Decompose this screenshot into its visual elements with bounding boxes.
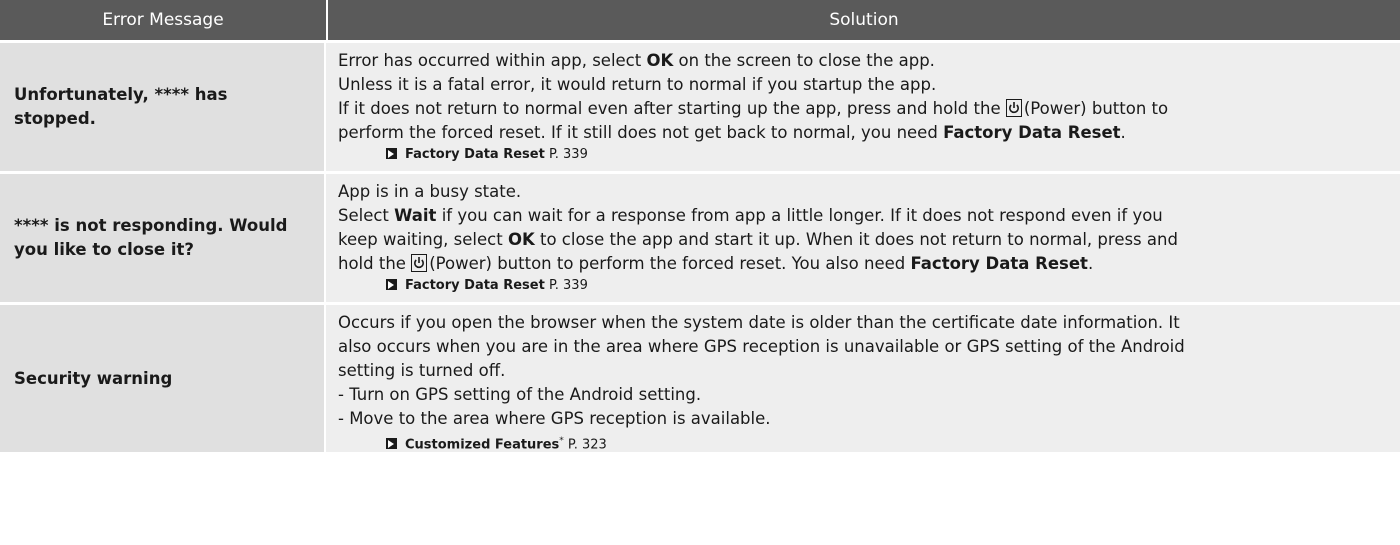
error-message-cell: Security warning xyxy=(0,305,326,452)
error-table: Error Message Solution Unfortunately, **… xyxy=(0,0,1400,452)
solution-cell: Occurs if you open the browser when the … xyxy=(326,305,1400,452)
error-message-text: Unfortunately, **** has stopped. xyxy=(14,85,228,128)
error-message-text: Security warning xyxy=(14,368,173,388)
error-message-cell: Unfortunately, **** has stopped. xyxy=(0,43,326,171)
arrow-right-icon xyxy=(386,148,397,159)
solution-cell: Error has occurred within app, select OK… xyxy=(326,43,1400,171)
power-icon xyxy=(1005,99,1022,117)
arrow-right-icon xyxy=(386,279,397,290)
error-message-cell: **** is not responding. Would you like t… xyxy=(0,174,326,302)
table-header: Error Message Solution xyxy=(0,0,1400,40)
arrow-right-icon xyxy=(386,438,397,450)
power-icon xyxy=(411,254,428,272)
header-error-message: Error Message xyxy=(0,0,328,40)
table-row: Security warning Occurs if you open the … xyxy=(0,302,1400,452)
table-row: **** is not responding. Would you like t… xyxy=(0,171,1400,302)
cross-reference-link[interactable]: Factory Data Reset P. 339 xyxy=(338,145,1390,165)
cross-reference-link[interactable]: Factory Data Reset P. 339 xyxy=(338,276,1390,296)
table-row: Unfortunately, **** has stopped. Error h… xyxy=(0,40,1400,171)
header-solution: Solution xyxy=(829,10,899,30)
error-message-text: **** is not responding. Would you like t… xyxy=(14,216,288,259)
cross-reference-link[interactable]: Customized Features* P. 323 xyxy=(338,431,1390,455)
solution-cell: App is in a busy state. Select Wait if y… xyxy=(326,174,1400,302)
